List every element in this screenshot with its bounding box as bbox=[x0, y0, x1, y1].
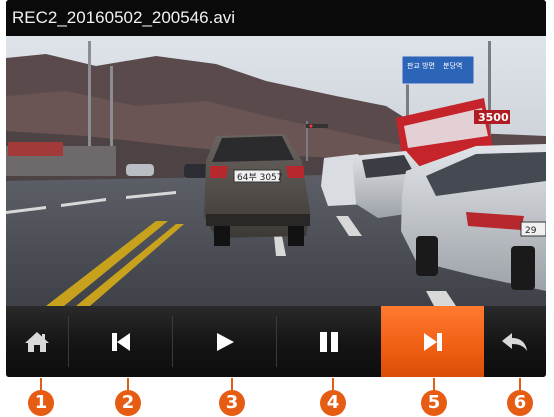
file-title: REC2_20160502_200546.avi bbox=[6, 0, 546, 36]
badge-pause: 4 bbox=[320, 390, 346, 416]
pause-button[interactable] bbox=[277, 306, 380, 377]
video-frame[interactable]: 판교 방면 분당역 3500 64부 3057 29 bbox=[6, 36, 546, 306]
badge-home: 1 bbox=[28, 390, 54, 416]
home-icon bbox=[25, 331, 49, 352]
button-number-callouts: 1 2 3 4 5 6 bbox=[0, 378, 554, 417]
video-player: REC2_20160502_200546.avi 판교 방면 분당역 3500 … bbox=[6, 0, 546, 377]
plate-center: 64부 3057 bbox=[237, 172, 283, 183]
pause-icon bbox=[319, 331, 338, 352]
next-button[interactable] bbox=[381, 306, 484, 377]
bus-number: 3500 bbox=[478, 111, 509, 124]
sign-left-text: 판교 방면 bbox=[407, 61, 435, 70]
play-icon bbox=[216, 332, 234, 351]
skip-next-icon bbox=[423, 332, 442, 351]
dashcam-scene: 판교 방면 분당역 3500 64부 3057 29 bbox=[6, 36, 546, 306]
badge-play: 3 bbox=[219, 390, 245, 416]
badge-previous: 2 bbox=[115, 390, 141, 416]
sign-right-text: 분당역 bbox=[443, 61, 462, 70]
playback-controls bbox=[6, 306, 546, 377]
badge-next: 5 bbox=[421, 390, 447, 416]
badge-back: 6 bbox=[507, 390, 533, 416]
back-button[interactable] bbox=[484, 306, 546, 377]
previous-button[interactable] bbox=[69, 306, 172, 377]
home-button[interactable] bbox=[6, 306, 68, 377]
play-button[interactable] bbox=[173, 306, 276, 377]
skip-previous-icon bbox=[111, 332, 130, 351]
return-arrow-icon bbox=[502, 332, 527, 351]
plate-right: 29 bbox=[525, 226, 537, 236]
